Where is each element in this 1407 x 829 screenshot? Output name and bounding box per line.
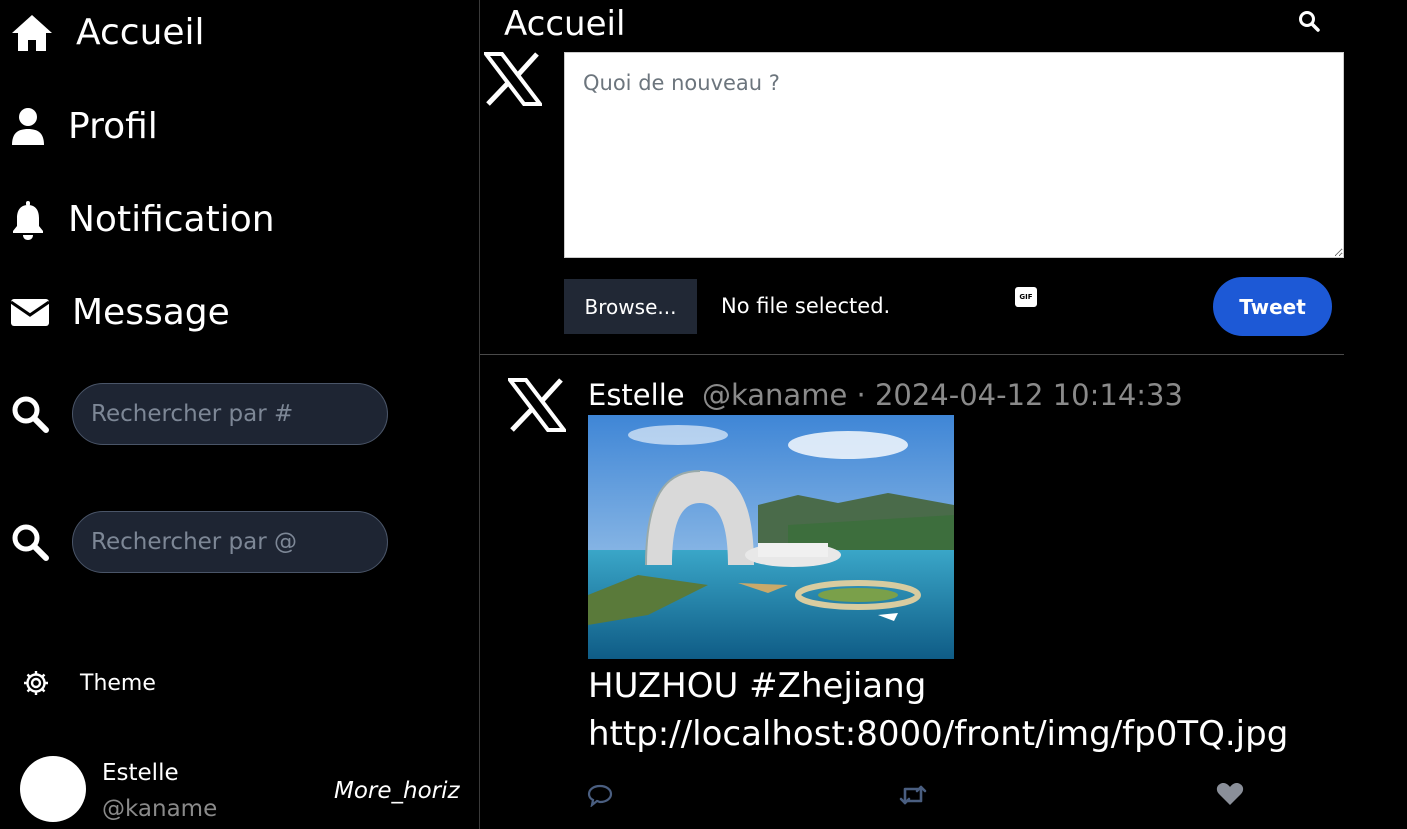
bell-icon xyxy=(10,200,46,240)
search-icon xyxy=(10,394,72,434)
tweet-button[interactable]: Tweet xyxy=(1213,277,1332,336)
x-logo-icon xyxy=(505,378,569,437)
nav-item-notification[interactable]: Notification xyxy=(10,199,275,240)
theme-label: Theme xyxy=(80,670,156,696)
search-hashtag-row xyxy=(10,383,388,445)
nav-item-message[interactable]: Message xyxy=(10,292,230,333)
browse-button[interactable]: Browse... xyxy=(564,279,697,334)
main-feed: Accueil Browse... No file selected. GIF … xyxy=(480,0,1344,829)
avatar xyxy=(20,756,86,822)
nav-label: Accueil xyxy=(76,12,205,53)
nav-item-accueil[interactable]: Accueil xyxy=(10,12,205,53)
search-hashtag-input[interactable] xyxy=(72,383,388,445)
header-search-icon[interactable] xyxy=(1298,10,1320,37)
gif-button[interactable]: GIF xyxy=(1015,287,1037,307)
search-user-row xyxy=(10,511,388,573)
nav-item-profil[interactable]: Profil xyxy=(10,106,158,147)
tweet-meta: @kaname · 2024-04-12 10:14:33 xyxy=(702,378,1183,412)
search-icon xyxy=(10,522,72,562)
compose-textarea[interactable] xyxy=(564,52,1344,258)
page-title: Accueil xyxy=(504,4,626,44)
heart-icon[interactable] xyxy=(1216,781,1244,812)
envelope-icon xyxy=(10,297,50,329)
x-logo-icon xyxy=(481,52,545,111)
gear-icon xyxy=(22,669,50,697)
nav-label: Notification xyxy=(68,199,275,240)
sidebar: Accueil Profil Notification Message Rech… xyxy=(0,0,480,829)
search-user-input[interactable] xyxy=(72,511,388,573)
home-icon xyxy=(10,13,54,53)
theme-button[interactable]: Theme xyxy=(22,669,156,697)
tweet-text: HUZHOU #Zhejiang http://localhost:8000/f… xyxy=(588,666,1289,754)
account-handle: @kaname xyxy=(102,796,218,822)
account-switcher[interactable]: Estelle @kaname More_horiz xyxy=(20,756,460,826)
user-icon xyxy=(10,107,46,147)
nav-label: Profil xyxy=(68,106,158,147)
divider xyxy=(480,354,1344,355)
account-name: Estelle xyxy=(102,760,179,786)
retweet-icon[interactable] xyxy=(898,783,928,812)
reply-icon[interactable] xyxy=(587,783,613,812)
nav-label: Message xyxy=(72,292,230,333)
tweet-author[interactable]: Estelle xyxy=(588,378,685,412)
tweet-image[interactable] xyxy=(588,415,954,659)
more-options-button[interactable]: More_horiz xyxy=(334,778,460,804)
file-status-text: No file selected. xyxy=(721,294,891,318)
